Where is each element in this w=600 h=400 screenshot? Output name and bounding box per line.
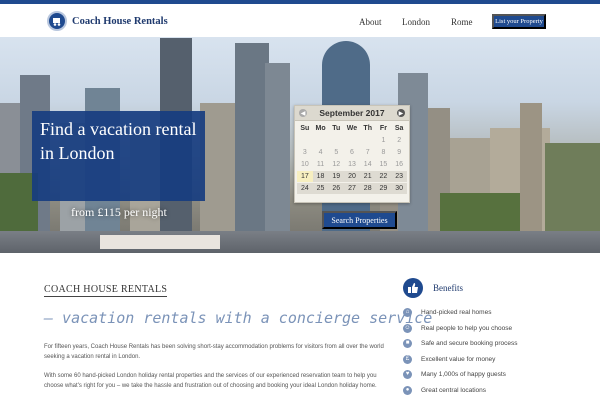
site-logo[interactable]: Coach House Rentals [47,11,168,31]
calendar-day: 13 [348,161,356,168]
benefit-item: ⌂ Hand-picked real homes [403,308,491,317]
logo-text: Coach House Rentals [72,15,168,27]
nav-london[interactable]: London [402,17,430,27]
calendar-day: 10 [300,161,309,168]
calendar-weekday: Su [300,125,310,132]
intro-paragraph-1: For fifteen years, Coach House Rentals h… [44,344,384,360]
next-month-icon[interactable]: ▶ [396,109,405,117]
calendar-day: 7 [365,149,370,156]
benefit-item: £ Excellent value for money [403,354,496,364]
benefit-label: Great central locations [421,386,487,394]
calendar-month: September 2017 [319,108,385,118]
calendar-day[interactable]: 27 [344,183,360,194]
calendar-day: 4 [318,149,323,156]
calendar-day: 3 [302,149,307,156]
calendar-day[interactable]: 21 [359,171,376,182]
benefit-item: ☺ Real people to help you choose [403,323,513,333]
coach-logo-icon [47,11,67,31]
benefit-label: Safe and secure booking process [421,340,518,347]
intro-paragraph-2: With some 60 hand-picked London holiday … [44,373,377,389]
calendar-day[interactable]: 18 [312,171,329,182]
calendar-weekday: We [346,125,358,132]
calendar-weekday: Th [363,125,372,132]
calendar-day: 6 [350,149,354,156]
calendar-day[interactable]: 25 [312,183,329,194]
intro-heading: COACH HOUSE RENTALS [44,284,168,297]
calendar-day[interactable]: 26 [328,183,345,194]
thumbs-up-icon [403,278,423,298]
previous-month-icon[interactable]: ◀ [299,109,307,117]
nav-about[interactable]: About [359,17,382,27]
calendar-day: 2 [397,137,402,144]
calendar-grid: Su Mo Tu We Th Fr Sa 1 2 3 4 5 6 7 8 9 10 11 12 13 14 15 16 17 1… [295,121,409,196]
calendar-day[interactable]: 29 [375,183,392,194]
benefit-label: Real people to help you choose [421,324,513,332]
calendar-day[interactable]: 20 [344,171,360,182]
calendar-day: 1 [381,137,386,144]
list-property-button[interactable]: List your Property [492,14,546,29]
calendar-weekday: Mo [315,125,326,132]
calendar-weekday: Tu [332,125,341,132]
calendar-day: 8 [381,149,386,156]
calendar-day[interactable]: 30 [391,183,407,194]
benefits-title: Benefits [433,283,463,293]
calendar-header: ◀ September 2017 ▶ [295,106,409,121]
lock-icon: ■ [403,339,412,348]
search-properties-button[interactable]: Search Properties [322,211,397,229]
benefit-label: Hand-picked real homes [421,309,492,316]
benefit-item: ● Great central locations [403,385,487,395]
benefit-item: ■ Safe and secure booking process [403,339,517,348]
pound-icon: £ [403,354,412,364]
calendar-day: 15 [379,161,388,168]
nav-rome[interactable]: Rome [451,17,473,27]
date-picker-calendar[interactable]: ◀ September 2017 ▶ Su Mo Tu We Th Fr Sa 1 2 3 4 5 6 7… [294,105,410,203]
calendar-weekday: Fr [379,125,387,132]
benefit-label: Many 1,000s of happy guests [421,371,506,378]
benefit-item: ♥ Many 1,000s of happy guests [403,370,506,379]
hero-title-box: Find a vacation rental in London [32,111,205,201]
calendar-day: 12 [332,161,341,168]
calendar-day[interactable]: 28 [359,183,376,194]
calendar-day[interactable]: 17 [297,171,313,182]
calendar-day: 11 [316,161,325,168]
person-icon: ☺ [403,323,412,333]
home-icon: ⌂ [403,308,412,317]
calendar-day: 14 [363,161,372,168]
site-header: Coach House Rentals About London Rome Li… [0,4,600,37]
location-pin-icon: ● [403,385,412,395]
calendar-day: 9 [397,149,402,156]
hero-title: Find a vacation rental in London [40,119,197,163]
benefit-label: Excellent value for money [421,355,496,363]
calendar-day[interactable]: 22 [375,171,392,182]
calendar-day[interactable]: 24 [297,183,313,194]
calendar-day[interactable]: 23 [391,171,407,182]
calendar-day[interactable]: 19 [328,171,345,182]
tagline: – vacation rentals with a concierge serv… [44,309,433,327]
calendar-day: 16 [395,161,404,168]
heart-icon: ♥ [403,370,412,379]
hero-price: from £115 per night [71,205,167,219]
calendar-day: 5 [334,149,339,156]
calendar-weekday: Sa [394,125,404,132]
